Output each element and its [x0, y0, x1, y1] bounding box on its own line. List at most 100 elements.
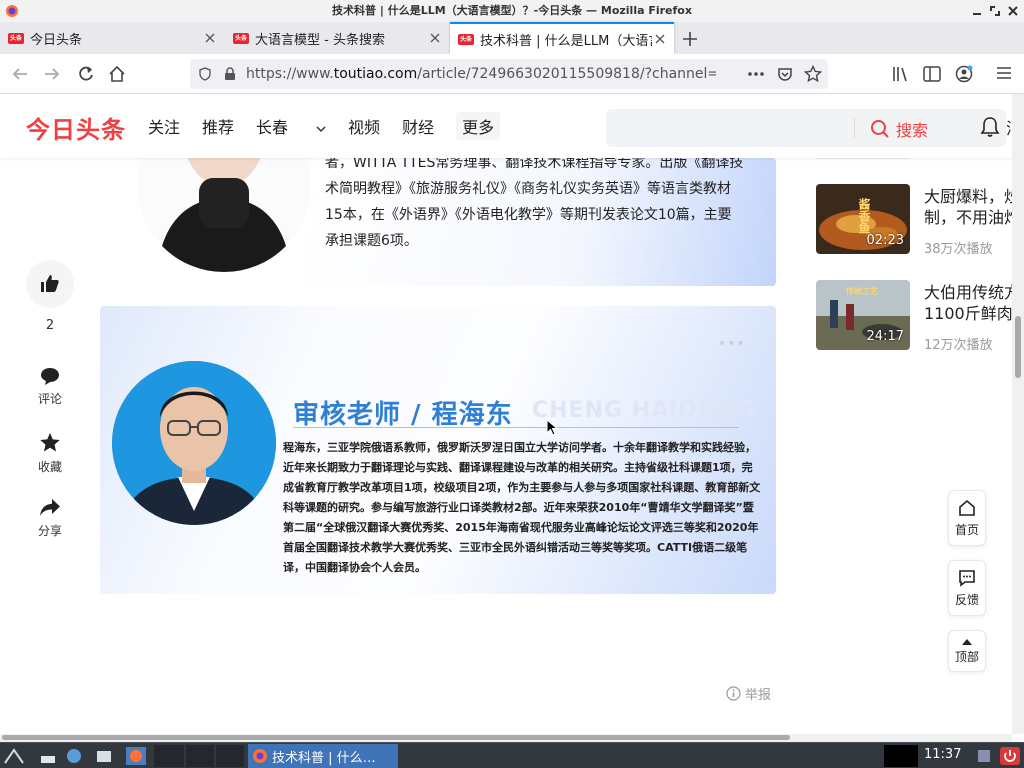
video-thumbnail[interactable]: 酱香鱼 02:23 [816, 184, 910, 254]
scrollbar-thumb[interactable] [2, 735, 790, 740]
window-titlebar: 技术科普 | 什么是LLM（大语言模型）？-今日头条 — Mozilla Fir… [0, 0, 1024, 22]
new-tab-button[interactable] [680, 29, 700, 49]
power-icon[interactable] [1000, 747, 1020, 765]
tab-search[interactable]: 头条 大语言模型 - 头条搜索 [225, 22, 449, 54]
url-path: /article/7249663020115509818/?channel=&s [417, 66, 716, 82]
pocket-icon[interactable] [777, 66, 793, 82]
start-menu-icon[interactable] [4, 747, 24, 765]
video-thumbnail[interactable]: 传统工艺 24:17 [816, 280, 910, 350]
tab-label: 大语言模型 - 头条搜索 [255, 32, 385, 48]
browser-globe-icon[interactable] [64, 747, 84, 765]
close-icon [205, 33, 215, 43]
tab-article[interactable]: 头条 技术科普 | 什么是LLM（大语言模型） [450, 22, 674, 54]
scrollbar-thumb[interactable] [1015, 316, 1021, 378]
video-title[interactable]: 大伯用传统方 [924, 282, 1012, 303]
search-button-label: 搜索 [896, 121, 929, 140]
video-title-line2[interactable]: 1100斤鲜肉 [924, 303, 1012, 324]
nav-city-label: 长春 [256, 118, 289, 137]
maximize-button[interactable] [988, 4, 1002, 18]
tray-area [884, 745, 918, 767]
url-host: toutiao.com [333, 66, 418, 82]
search-input[interactable]: 搜索 [606, 109, 1006, 147]
library-icon[interactable] [892, 66, 910, 82]
workspace-3[interactable] [216, 745, 244, 767]
share-label: 分享 [37, 524, 62, 538]
tab-close-button[interactable] [652, 31, 668, 47]
toutiao-logo[interactable]: 今日头条 [26, 110, 126, 145]
minimize-icon [973, 13, 981, 15]
desktop-icon[interactable] [38, 747, 58, 765]
arrow-up-icon [962, 638, 972, 645]
reload-button[interactable] [76, 64, 96, 84]
user-tray-icon[interactable] [974, 747, 994, 765]
close-icon [430, 33, 440, 43]
close-icon [1008, 6, 1018, 16]
float-home-label: 首页 [954, 522, 979, 537]
reload-icon [79, 66, 93, 81]
search-button[interactable]: 搜索 [870, 117, 928, 141]
tab-label: 技术科普 | 什么是LLM（大语言模型） [480, 33, 652, 49]
horizontal-scrollbar[interactable] [0, 734, 1012, 742]
home-button[interactable] [107, 64, 127, 84]
account-icon[interactable] [955, 65, 973, 83]
float-home-button[interactable]: 首页 [948, 490, 986, 546]
tab-strip: 头条 今日头条 头条 大语言模型 - 头条搜索 头条 技术科普 | 什么是LLM… [0, 22, 1024, 54]
reviewer-photo [112, 361, 276, 525]
bookmark-star-icon[interactable] [804, 65, 822, 83]
favorite-button[interactable]: 收藏 [26, 432, 74, 475]
nav-finance[interactable]: 财经 [402, 114, 434, 140]
workspace-1[interactable] [154, 745, 184, 767]
address-bar[interactable]: https://www.toutiao.com/article/72496630… [190, 59, 828, 89]
home-icon [109, 65, 125, 82]
sidebar-icon[interactable] [923, 66, 941, 82]
video-title[interactable]: 大厨爆料，炒 [924, 186, 1012, 207]
nav-follow[interactable]: 关注 [148, 114, 180, 140]
tab-toutiao-home[interactable]: 头条 今日头条 [0, 22, 224, 54]
share-button[interactable]: 分享 [26, 498, 74, 539]
search-icon [871, 120, 889, 138]
reviewer-english-name: CHENG HAIDONG [532, 398, 756, 423]
nav-video[interactable]: 视频 [348, 114, 380, 140]
info-icon [726, 686, 741, 701]
favorite-label: 收藏 [37, 460, 62, 474]
taskbar-window-label: 技术科普 | 什么… [272, 750, 376, 766]
like-button[interactable]: 2 [26, 260, 74, 333]
title-underline [293, 427, 739, 428]
float-top-label: 顶部 [954, 649, 979, 664]
more-dots-icon: ••• [718, 336, 746, 352]
vertical-scrollbar[interactable] [1012, 94, 1024, 734]
float-top-button[interactable]: 顶部 [948, 630, 986, 672]
back-button[interactable] [10, 64, 30, 84]
restore-icon [990, 6, 1000, 16]
video-duration: 24:17 [866, 329, 904, 344]
firefox-taskbar-icon[interactable] [126, 747, 146, 765]
nav-city[interactable]: 长春 [256, 114, 326, 140]
menu-icon[interactable] [996, 66, 1012, 80]
video-title-line2[interactable]: 制，不用油炸 [924, 207, 1012, 228]
toutiao-favicon-icon: 头条 [8, 32, 24, 44]
reviewer-bio: 程海东，三亚学院俄语系教师，俄罗斯沃罗涅日国立大学访问学者。十余年翻译教学和实践… [283, 441, 761, 574]
taskbar-clock: 11:37 [924, 747, 962, 762]
float-feedback-button[interactable]: 反馈 [948, 560, 986, 616]
bell-icon[interactable] [980, 116, 1000, 138]
tab-close-button[interactable] [202, 30, 218, 46]
star-icon [40, 433, 60, 452]
forward-button[interactable] [42, 64, 62, 84]
taskbar-window-button[interactable]: 技术科普 | 什么… [248, 744, 398, 768]
chevron-down-icon [316, 125, 326, 132]
minimize-button[interactable] [970, 4, 984, 18]
workspace-2[interactable] [186, 745, 214, 767]
tab-close-button[interactable] [427, 30, 443, 46]
feedback-icon [959, 569, 975, 587]
site-header: 今日头条 关注 推荐 长春 视频 财经 更多 搜索 消 [0, 94, 1012, 158]
comment-button[interactable]: 评论 [26, 366, 74, 407]
lock-icon [225, 67, 235, 80]
report-link[interactable]: 举报 [726, 684, 771, 703]
nav-more[interactable]: 更多 [456, 112, 501, 140]
nav-recommend[interactable]: 推荐 [202, 114, 234, 140]
file-manager-icon[interactable] [94, 747, 114, 765]
close-window-button[interactable] [1006, 4, 1020, 18]
close-icon [655, 34, 665, 44]
page-actions-icon[interactable] [747, 72, 765, 76]
url-prefix: https://www. [246, 66, 334, 82]
